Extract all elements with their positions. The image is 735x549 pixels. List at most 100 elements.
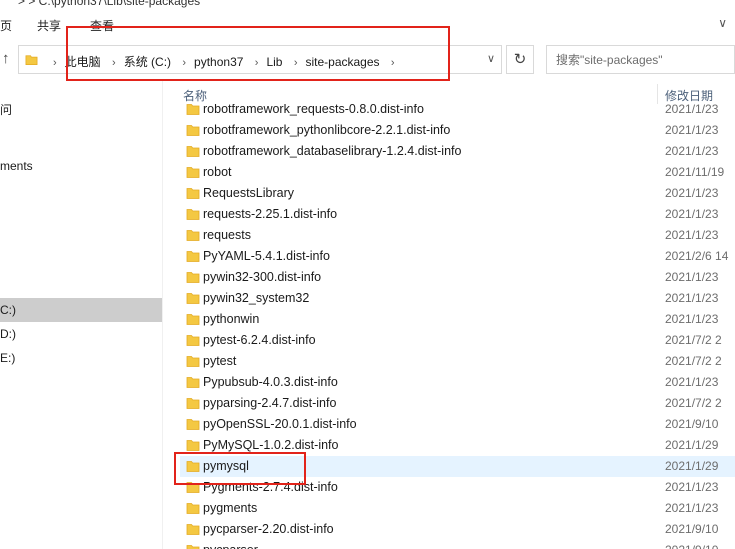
list-item[interactable]: Pypubsub-4.0.3.dist-info 2021/1/23 [180, 372, 735, 393]
file-date: 2021/9/10 [665, 543, 718, 549]
folder-icon [186, 419, 200, 430]
breadcrumb-this-pc[interactable]: 此电脑 [65, 55, 101, 69]
list-item[interactable]: pytest-6.2.4.dist-info 2021/7/2 2 [180, 330, 735, 351]
file-date: 2021/1/23 [665, 501, 719, 515]
column-header: 名称 修改日期 [180, 84, 735, 104]
list-item[interactable]: pycparser-2.20.dist-info 2021/9/10 [180, 519, 735, 540]
search-box[interactable] [546, 45, 735, 74]
file-name: robotframework_databaselibrary-1.2.4.dis… [203, 144, 462, 158]
tab-share[interactable]: 共享 [37, 17, 61, 34]
file-date: 2021/1/23 [665, 480, 719, 494]
file-date: 2021/1/23 [665, 291, 719, 305]
file-name: pycparser [203, 543, 258, 549]
nav-item-1[interactable]: 问 [0, 98, 162, 122]
chevron-right-icon[interactable]: › [112, 57, 116, 69]
file-date: 2021/2/6 14 [665, 249, 729, 263]
list-item[interactable]: robotframework_pythonlibcore-2.2.1.dist-… [180, 120, 735, 141]
nav-item-drive-d[interactable]: D:) [0, 322, 162, 346]
list-item[interactable]: requests-2.25.1.dist-info 2021/1/23 [180, 204, 735, 225]
folder-icon [186, 314, 200, 325]
list-item[interactable]: requests 2021/1/23 [180, 225, 735, 246]
file-name: pyparsing-2.4.7.dist-info [203, 396, 337, 410]
list-item[interactable]: Pygments-2.7.4.dist-info 2021/1/23 [180, 477, 735, 498]
file-name: pythonwin [203, 312, 260, 326]
list-item[interactable]: pycparser 2021/9/10 [180, 540, 735, 549]
column-divider[interactable] [657, 84, 658, 104]
navigation-pane: 问 ments C:) D:) E:) [0, 80, 163, 549]
file-name: pywin32_system32 [203, 291, 310, 305]
folder-icon [186, 440, 200, 451]
list-item[interactable]: pymysql 2021/1/29 [180, 456, 735, 477]
breadcrumb-python37[interactable]: python37 [194, 55, 243, 69]
chevron-right-icon[interactable]: › [53, 57, 57, 69]
chevron-right-icon[interactable]: › [391, 57, 395, 69]
file-date: 2021/1/23 [665, 207, 719, 221]
list-item[interactable]: pywin32_system32 2021/1/23 [180, 288, 735, 309]
file-date: 2021/1/23 [665, 375, 719, 389]
list-item[interactable]: pyOpenSSL-20.0.1.dist-info 2021/9/10 [180, 414, 735, 435]
folder-icon [186, 209, 200, 220]
file-date: 2021/1/23 [665, 270, 719, 284]
chevron-right-icon[interactable]: › [182, 57, 186, 69]
file-name: robotframework_requests-0.8.0.dist-info [203, 104, 424, 116]
file-name: robotframework_pythonlibcore-2.2.1.dist-… [203, 123, 451, 137]
list-item[interactable]: pywin32-300.dist-info 2021/1/23 [180, 267, 735, 288]
tab-view[interactable]: 查看 [90, 17, 114, 34]
file-name: robot [203, 165, 232, 179]
breadcrumb-lib[interactable]: Lib [266, 55, 282, 69]
tab-home[interactable]: 页 [0, 17, 12, 34]
file-date: 2021/1/23 [665, 144, 719, 158]
address-bar[interactable]: › 此电脑 › 系统 (C:) › python37 › Lib › site-packa… [18, 45, 502, 74]
pane-divider[interactable] [162, 80, 163, 549]
file-name: pygments [203, 501, 258, 515]
file-date: 2021/1/23 [665, 123, 719, 137]
chevron-right-icon[interactable]: › [294, 57, 298, 69]
list-item[interactable]: PyYAML-5.4.1.dist-info 2021/2/6 14 [180, 246, 735, 267]
list-item[interactable]: pytest 2021/7/2 2 [180, 351, 735, 372]
file-name: PyMySQL-1.0.2.dist-info [203, 438, 339, 452]
folder-icon [25, 55, 38, 65]
folder-icon [186, 356, 200, 367]
folder-icon [186, 545, 200, 549]
up-arrow-icon[interactable]: ↑ [2, 50, 10, 67]
chevron-right-icon[interactable]: › [255, 57, 259, 69]
folder-icon [186, 398, 200, 409]
refresh-button[interactable]: ↻ [506, 45, 534, 74]
folder-icon [186, 377, 200, 388]
folder-icon [186, 104, 200, 115]
file-date: 2021/1/23 [665, 104, 719, 116]
breadcrumb: › 此电脑 › 系统 (C:) › python37 › Lib › site-packa… [45, 53, 403, 70]
file-name: pymysql [203, 459, 249, 473]
nav-item-drive-e[interactable]: E:) [0, 346, 162, 370]
file-name: pytest [203, 354, 237, 368]
folder-icon [186, 503, 200, 514]
list-item[interactable]: PyMySQL-1.0.2.dist-info 2021/1/29 [180, 435, 735, 456]
file-name: Pygments-2.7.4.dist-info [203, 480, 338, 494]
list-item[interactable]: robot 2021/11/19 [180, 162, 735, 183]
list-item[interactable]: pythonwin 2021/1/23 [180, 309, 735, 330]
file-date: 2021/7/2 2 [665, 396, 722, 410]
file-date: 2021/9/10 [665, 417, 719, 431]
ribbon-expand-icon[interactable]: ∨ [718, 16, 727, 30]
list-item[interactable]: RequestsLibrary 2021/1/23 [180, 183, 735, 204]
list-item[interactable]: pyparsing-2.4.7.dist-info 2021/7/2 2 [180, 393, 735, 414]
folder-icon [186, 272, 200, 283]
file-date: 2021/1/23 [665, 312, 719, 326]
column-name[interactable]: 名称 [183, 87, 207, 104]
list-item[interactable]: robotframework_requests-0.8.0.dist-info 2… [180, 104, 735, 120]
file-date: 2021/1/29 [665, 438, 719, 452]
title-path: > > C:\python37\Lib\site-packages [18, 0, 201, 8]
refresh-icon: ↻ [513, 51, 527, 68]
list-item[interactable]: pygments 2021/1/23 [180, 498, 735, 519]
list-item[interactable]: robotframework_databaselibrary-1.2.4.dis… [180, 141, 735, 162]
file-date: 2021/9/10 [665, 522, 719, 536]
breadcrumb-system-c[interactable]: 系统 (C:) [124, 55, 171, 69]
ribbon-tabs: 页 共享 查看 ∨ [0, 14, 735, 38]
column-date-modified[interactable]: 修改日期 [665, 87, 713, 104]
breadcrumb-site-packages[interactable]: site-packages [305, 55, 379, 69]
chevron-down-icon[interactable]: ∨ [487, 52, 495, 65]
search-input[interactable] [547, 46, 727, 73]
nav-item-drive-c[interactable]: C:) [0, 298, 162, 322]
title-bar: > > C:\python37\Lib\site-packages [0, 0, 735, 14]
nav-item-documents[interactable]: ments [0, 154, 162, 178]
